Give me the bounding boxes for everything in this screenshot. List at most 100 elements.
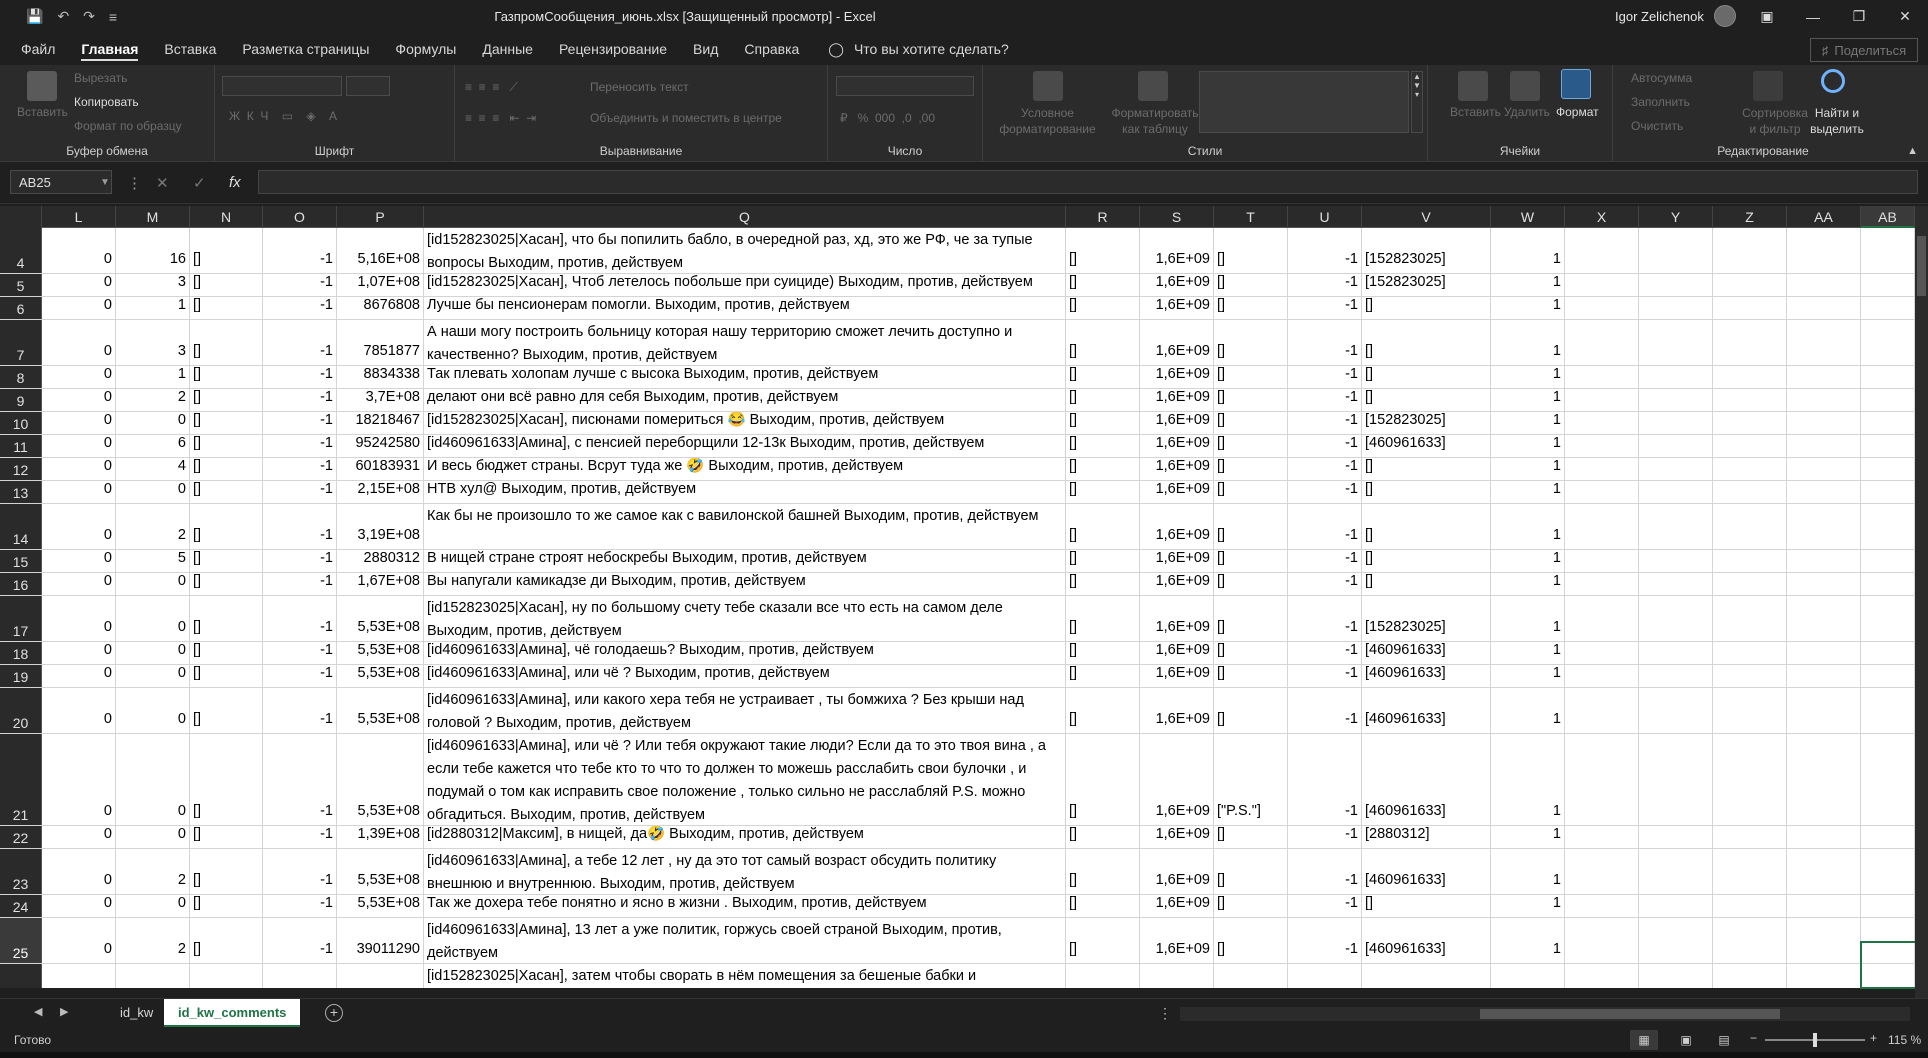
cell-S[interactable]: 1,6E+09 (1140, 297, 1214, 319)
cell-S[interactable]: 1,6E+09 (1140, 688, 1214, 733)
align-left-buttons[interactable]: ≡ ≡ ≡ ⇤ ⇥ (465, 111, 536, 125)
cell-M[interactable]: 0 (116, 412, 190, 434)
cell-X[interactable] (1565, 734, 1639, 825)
row-header[interactable]: 21 (0, 734, 42, 825)
cell-T[interactable]: [] (1214, 481, 1288, 503)
cell-Y[interactable] (1639, 458, 1713, 480)
cell-L[interactable]: 0 (42, 389, 116, 411)
cell-O[interactable]: -1 (263, 274, 337, 296)
cell-Z[interactable] (1713, 228, 1787, 273)
cell-U[interactable]: -1 (1288, 366, 1362, 388)
cell-N[interactable]: [] (190, 895, 263, 917)
cell-M[interactable]: 0 (116, 642, 190, 664)
cell-P[interactable]: 1,07E+08 (337, 274, 424, 296)
cell-T[interactable]: [] (1214, 550, 1288, 572)
cell-AB[interactable] (1861, 665, 1915, 687)
cell-T[interactable]: [] (1214, 389, 1288, 411)
col-header-M[interactable]: M (116, 206, 190, 228)
cell-Q[interactable]: [id460961633|Амина], а тебе 12 лет , ну … (424, 849, 1066, 894)
sheet-prev-icon[interactable]: ◀ (34, 1005, 42, 1018)
cell-N[interactable]: [] (190, 389, 263, 411)
select-all-corner[interactable] (0, 206, 42, 228)
name-box-dropdown-icon[interactable]: ▼ (100, 177, 110, 188)
cell-V[interactable]: [] (1362, 458, 1491, 480)
cell-T[interactable]: [] (1214, 504, 1288, 549)
cell-AB[interactable] (1861, 435, 1915, 457)
cell-T[interactable]: [] (1214, 573, 1288, 595)
cell-M[interactable]: 2 (116, 918, 190, 963)
col-header-AB[interactable]: AB (1861, 206, 1915, 228)
col-header-R[interactable]: R (1066, 206, 1140, 228)
name-box[interactable]: AB25 (10, 170, 112, 194)
cell-R[interactable]: [] (1066, 481, 1140, 503)
paste-icon[interactable] (27, 71, 57, 101)
cell-S[interactable]: 1,6E+09 (1140, 458, 1214, 480)
cell-L[interactable]: 0 (42, 918, 116, 963)
cell-T[interactable]: [] (1214, 895, 1288, 917)
cell-Z[interactable] (1713, 964, 1787, 988)
cell-L[interactable]: 0 (42, 688, 116, 733)
cell-Y[interactable] (1639, 366, 1713, 388)
cell-W[interactable]: 1 (1491, 596, 1565, 641)
cell-M[interactable]: 0 (116, 573, 190, 595)
align-top-buttons[interactable]: ≡ ≡ ≡ ⟋ (465, 80, 518, 95)
cell-M[interactable]: 2 (116, 849, 190, 894)
cell-S[interactable] (1140, 964, 1214, 988)
cell-Z[interactable] (1713, 734, 1787, 825)
cell-O[interactable]: -1 (263, 481, 337, 503)
cell-V[interactable]: [460961633] (1362, 918, 1491, 963)
cell-V[interactable]: [] (1362, 481, 1491, 503)
zoom-slider[interactable] (1765, 1033, 1865, 1047)
cell-T[interactable]: [] (1214, 918, 1288, 963)
cell-AA[interactable] (1787, 688, 1861, 733)
more-options-icon[interactable]: ⋮ (127, 174, 142, 192)
row-header[interactable]: 19 (0, 665, 42, 687)
cell-AB[interactable] (1861, 274, 1915, 296)
cell-N[interactable]: [] (190, 826, 263, 848)
restore-icon[interactable]: ❐ (1836, 0, 1882, 33)
cell-AA[interactable] (1787, 550, 1861, 572)
cell-AA[interactable] (1787, 481, 1861, 503)
col-header-Q[interactable]: Q (424, 206, 1066, 228)
user-name[interactable]: Igor Zelichenok (1615, 9, 1704, 24)
cell-X[interactable] (1565, 435, 1639, 457)
number-format-buttons[interactable]: ₽ % 000 ,0 ,00 (840, 111, 935, 125)
find-select-icon[interactable] (1821, 69, 1845, 93)
cell-R[interactable] (1066, 964, 1140, 988)
cell-U[interactable]: -1 (1288, 895, 1362, 917)
cell-styles-gallery[interactable] (1199, 71, 1409, 133)
clear-button[interactable]: Очистить (1631, 119, 1683, 133)
tab-review[interactable]: Рецензирование (546, 33, 680, 65)
cell-U[interactable]: -1 (1288, 550, 1362, 572)
cell-X[interactable] (1565, 320, 1639, 365)
cell-Z[interactable] (1713, 596, 1787, 641)
cell-R[interactable]: [] (1066, 435, 1140, 457)
cell-V[interactable]: [] (1362, 389, 1491, 411)
cell-T[interactable]: [] (1214, 458, 1288, 480)
cell-X[interactable] (1565, 895, 1639, 917)
cell-AA[interactable] (1787, 734, 1861, 825)
cell-S[interactable]: 1,6E+09 (1140, 642, 1214, 664)
cell-X[interactable] (1565, 297, 1639, 319)
sort-filter-button[interactable]: Сортировка и фильтр (1741, 105, 1809, 137)
row-header[interactable] (0, 964, 42, 988)
cell-grid[interactable]: 4 0 16[] -1 5,16E+08 [id152823025|Хасан], что… (0, 228, 1915, 988)
cell-P[interactable]: 5,53E+08 (337, 895, 424, 917)
cell-L[interactable]: 0 (42, 734, 116, 825)
fill-button[interactable]: Заполнить (1631, 95, 1690, 109)
cell-Y[interactable] (1639, 550, 1713, 572)
cell-Y[interactable] (1639, 297, 1713, 319)
cell-L[interactable]: 0 (42, 642, 116, 664)
cell-AA[interactable] (1787, 895, 1861, 917)
cell-AA[interactable] (1787, 918, 1861, 963)
cell-Z[interactable] (1713, 504, 1787, 549)
cell-W[interactable] (1491, 964, 1565, 988)
cell-X[interactable] (1565, 964, 1639, 988)
cell-P[interactable]: 3,7E+08 (337, 389, 424, 411)
col-header-O[interactable]: O (263, 206, 337, 228)
cell-O[interactable]: -1 (263, 458, 337, 480)
cell-R[interactable]: [] (1066, 895, 1140, 917)
cell-V[interactable]: [460961633] (1362, 734, 1491, 825)
cell-T[interactable]: [] (1214, 665, 1288, 687)
cell-O[interactable]: -1 (263, 642, 337, 664)
